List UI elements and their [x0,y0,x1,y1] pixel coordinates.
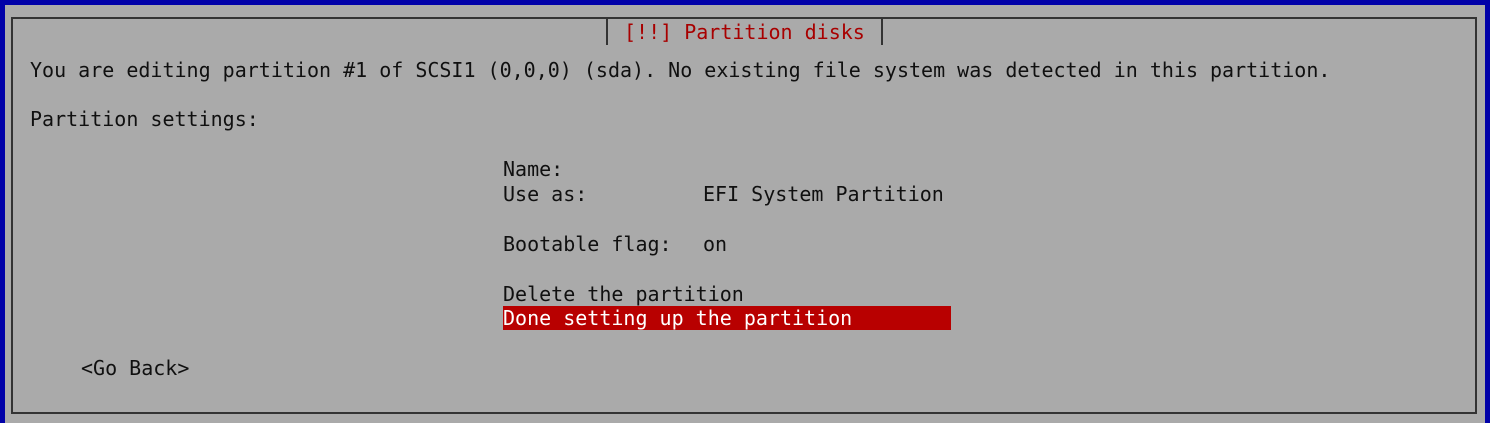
dialog-description: You are editing partition #1 of SCSI1 (0… [30,58,1331,82]
use-as-value: EFI System Partition [703,182,944,206]
go-back-button[interactable]: <Go Back> [81,356,189,380]
use-as-label: Use as: [503,182,588,206]
delete-partition-option[interactable]: Delete the partition [503,282,951,306]
partition-dialog: [!!] Partition disks You are editing par… [5,5,1485,423]
name-label: Name: [503,157,564,181]
bootable-flag-label: Bootable flag: [503,232,672,256]
delete-partition-label: Delete the partition [503,282,744,306]
done-partition-option[interactable]: Done setting up the partition [503,306,951,330]
installer-screen: [!!] Partition disks You are editing par… [0,0,1490,423]
name-setting[interactable]: Name: [503,157,951,181]
settings-heading: Partition settings: [30,107,259,131]
dialog-title: [!!] Partition disks [606,19,883,45]
bootable-flag-setting[interactable]: Bootable flag: on [503,232,951,256]
bootable-flag-value: on [703,232,728,256]
done-partition-label: Done setting up the partition [503,306,853,330]
use-as-setting[interactable]: Use as: EFI System Partition [503,182,951,206]
